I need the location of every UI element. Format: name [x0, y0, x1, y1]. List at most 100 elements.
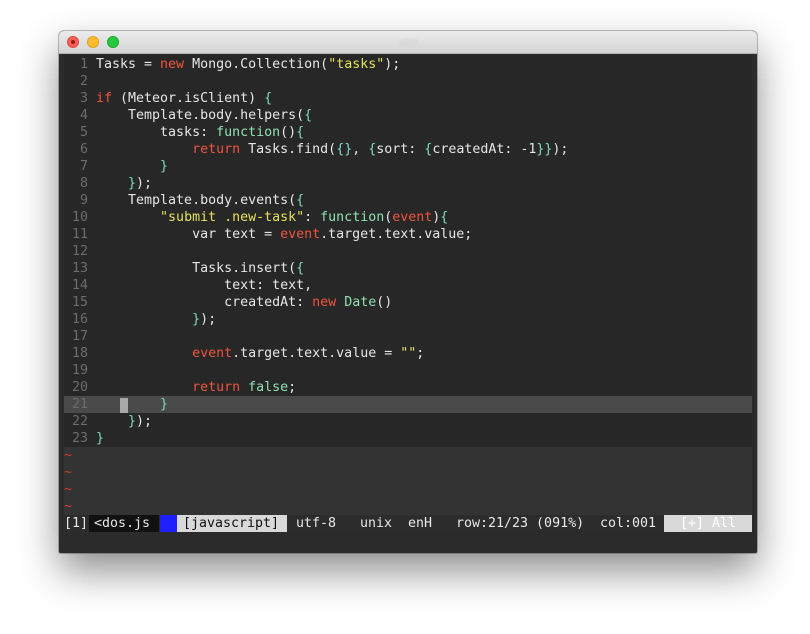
code-line[interactable]: 10 "submit .new-task": function(event){ [64, 209, 752, 226]
line-number: 19 [71, 363, 88, 378]
code-line[interactable]: 16 }); [64, 311, 752, 328]
code-line[interactable]: 11 var text = event.target.text.value; [64, 226, 752, 243]
code-token: } [128, 414, 137, 429]
code-token: new [160, 57, 185, 72]
code-line[interactable]: 12 [64, 243, 752, 260]
code-token: } [192, 312, 201, 327]
code-token: {} [336, 142, 353, 157]
line-number: 16 [71, 312, 88, 327]
vim-editor[interactable]: 1 Tasks = new Mongo.Collection("tasks"); 2… [64, 55, 752, 515]
empty-line-tilde: ~ [64, 465, 73, 480]
code-token: (Meteor.isClient) [112, 91, 265, 106]
code-line[interactable]: 21 } [64, 396, 752, 413]
minimize-button[interactable] [87, 36, 99, 48]
code-token: }} [536, 142, 553, 157]
code-line[interactable]: 1 Tasks = new Mongo.Collection("tasks"); [64, 56, 752, 73]
code-line[interactable]: 20 return false; [64, 379, 752, 396]
code-token: { [296, 193, 305, 208]
code-token: var text = [96, 227, 281, 242]
code-token: Tasks = [96, 57, 161, 72]
code-token: Mongo.Collection( [184, 57, 329, 72]
code-token: "tasks" [328, 57, 385, 72]
code-token: createdAt: -1 [432, 142, 537, 157]
zoom-button[interactable] [107, 36, 119, 48]
code-token: "submit .new-task" [160, 210, 305, 225]
mode-indicator [160, 515, 177, 532]
code-token: event [280, 227, 321, 242]
code-token: .target.text.value = [232, 346, 401, 361]
code-token: sort: [376, 142, 425, 157]
code-token: Template.body.events( [96, 193, 297, 208]
code-line[interactable]: 4 Template.body.helpers({ [64, 107, 752, 124]
line-number: 18 [71, 346, 88, 361]
line-number: 15 [71, 295, 88, 310]
line-number: 22 [71, 414, 88, 429]
file-name: <dos.js [89, 515, 159, 532]
code-token: { [264, 91, 273, 106]
code-line[interactable]: 15 createdAt: new Date() [64, 294, 752, 311]
code-line[interactable]: 8 }); [64, 175, 752, 192]
window-bottom [59, 532, 757, 553]
line-number: 21 [71, 397, 88, 412]
code-token: function [216, 125, 281, 140]
line-number: 11 [71, 227, 88, 242]
code-token: : [304, 210, 321, 225]
code-token: ; [416, 346, 425, 361]
code-token: text: text, [96, 278, 313, 293]
code-token: false [248, 380, 289, 395]
empty-line-tilde: ~ [64, 499, 73, 514]
line-number: 6 [79, 142, 88, 157]
code-token: { [440, 210, 449, 225]
code-line[interactable]: 2 [64, 73, 752, 90]
code-line[interactable]: 14 text: text, [64, 277, 752, 294]
vim-statusline: [1] <dos.js [javascript] utf-8 unix enH … [64, 515, 752, 532]
code-token: Date [344, 295, 377, 310]
code-token: createdAt: [96, 295, 313, 310]
line-number: 3 [79, 91, 88, 106]
code-token: ; [288, 380, 297, 395]
file-type: [javascript] [177, 515, 287, 532]
code-token: } [128, 176, 137, 191]
code-token: () [280, 125, 297, 140]
code-line[interactable]: 22 }); [64, 413, 752, 430]
close-button[interactable] [67, 36, 79, 48]
code-token: tasks: [96, 125, 217, 140]
code-line[interactable]: 3 if (Meteor.isClient) { [64, 90, 752, 107]
title-bar: vim [59, 31, 757, 54]
code-token: event [392, 210, 433, 225]
code-token: { [296, 125, 305, 140]
line-number: 10 [71, 210, 88, 225]
line-number: 8 [79, 176, 88, 191]
code-line[interactable]: 13 Tasks.insert({ [64, 260, 752, 277]
line-number: 14 [71, 278, 88, 293]
empty-line-tilde: ~ [64, 482, 73, 497]
window-title: vim [399, 35, 419, 49]
code-line[interactable]: 23} [64, 430, 752, 447]
code-line[interactable]: 7 } [64, 158, 752, 175]
empty-line-tilde: ~ [64, 448, 73, 463]
text-cursor [120, 398, 128, 413]
code-line[interactable]: 19 [64, 362, 752, 379]
code-line[interactable]: 5 tasks: function(){ [64, 124, 752, 141]
keymap: enH [408, 516, 433, 531]
code-token: } [96, 431, 105, 446]
line-number: 12 [71, 244, 88, 259]
code-token: Template.body.helpers( [96, 108, 305, 123]
line-number: 5 [79, 125, 88, 140]
code-line[interactable]: 9 Template.body.events({ [64, 192, 752, 209]
code-token: ); [136, 176, 153, 191]
code-token: if [96, 91, 113, 106]
code-line[interactable]: 6 return Tasks.find({}, {sort: {createdA… [64, 141, 752, 158]
code-line[interactable]: 18 event.target.text.value = ""; [64, 345, 752, 362]
code-token: "" [400, 346, 417, 361]
code-token: event [192, 346, 233, 361]
code-token: new [312, 295, 337, 310]
code-line[interactable]: 17 [64, 328, 752, 345]
line-number: 9 [79, 193, 88, 208]
